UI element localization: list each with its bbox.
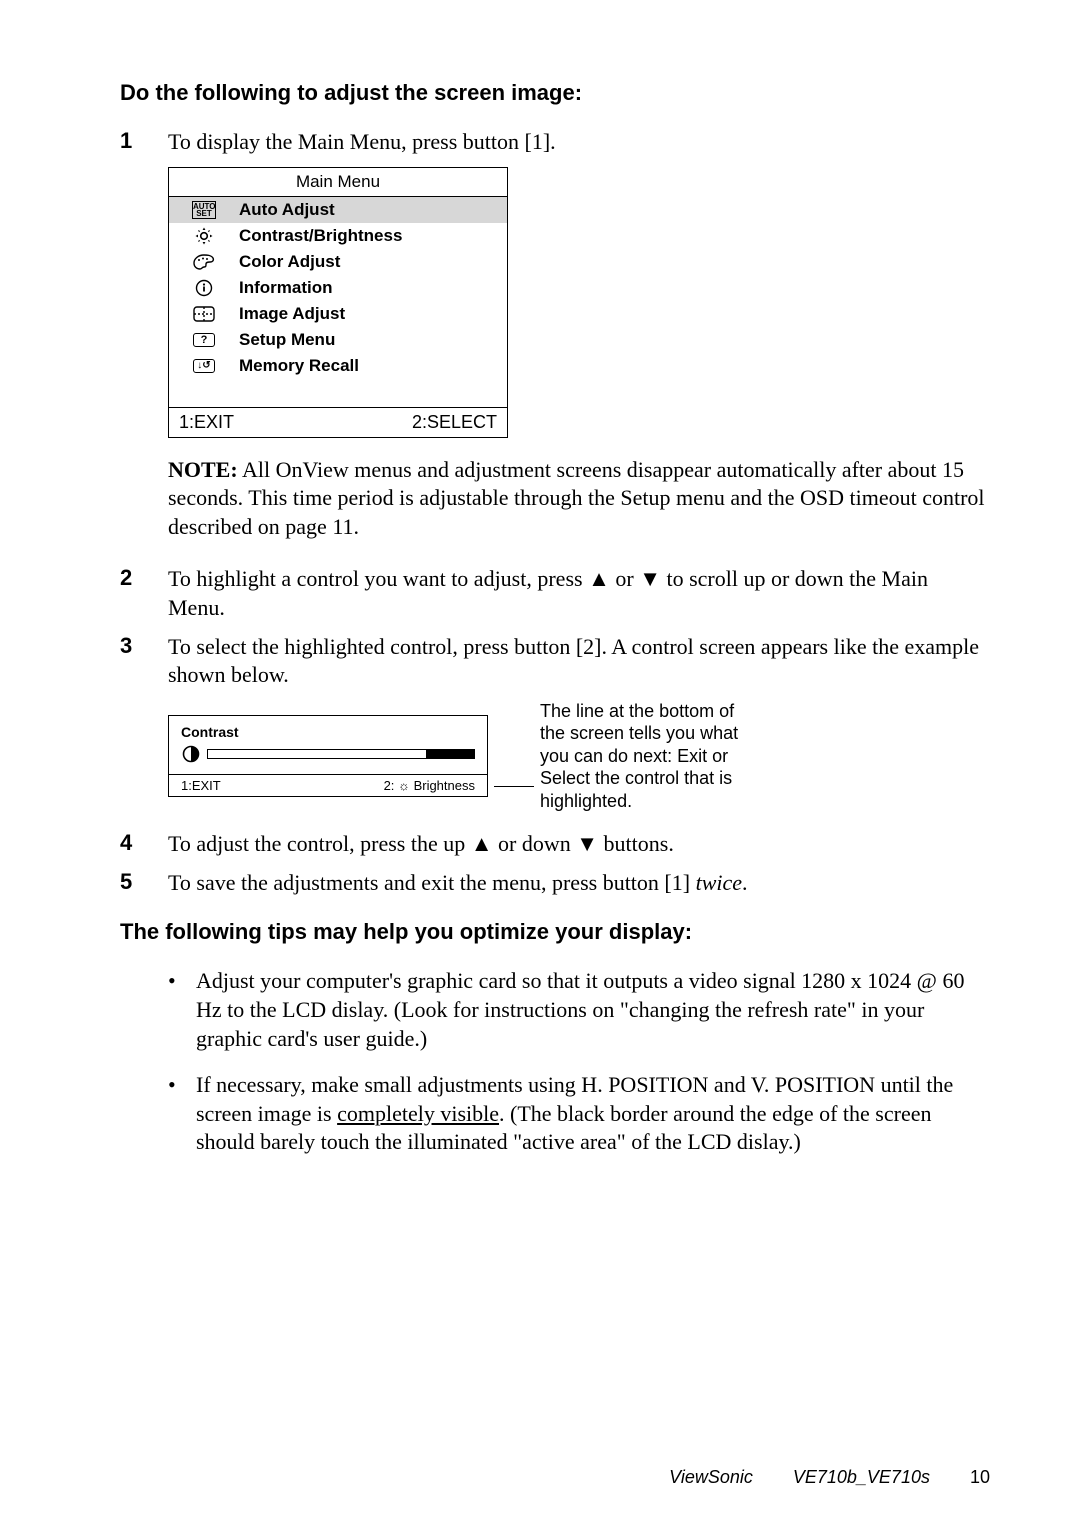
step-number: 2: [120, 565, 168, 622]
tip-2: • If necessary, make small adjustments u…: [168, 1071, 990, 1157]
up-arrow-icon: ▲: [471, 831, 493, 856]
osd-main-menu: Main Menu AUTO SET Auto Adjust Contrast/…: [168, 167, 508, 438]
step-number: 1: [120, 128, 168, 157]
step-4: 4 To adjust the control, press the up ▲ …: [120, 830, 990, 859]
step-2: 2 To highlight a control you want to adj…: [120, 565, 990, 622]
step-text: To save the adjustments and exit the men…: [168, 869, 990, 898]
footer-model: VE710b_VE710s: [793, 1467, 930, 1488]
down-arrow-icon: ▼: [576, 831, 598, 856]
osd-item-label: Image Adjust: [239, 304, 345, 324]
recall-icon: ↓↺: [193, 359, 215, 373]
osd-item-memory-recall: ↓↺ Memory Recall: [169, 353, 507, 379]
brightness-icon: [169, 226, 239, 246]
callout-leader: [494, 786, 534, 787]
osd-footer: 1:EXIT 2:SELECT: [169, 407, 507, 437]
autoset-l2: SET: [193, 210, 215, 217]
contrast-footer-right: 2: ☼ Brightness: [384, 778, 475, 793]
step-text: To display the Main Menu, press button […: [168, 128, 990, 157]
t: To adjust the control, press the up: [168, 831, 471, 856]
osd-item-contrast: Contrast/Brightness: [169, 223, 507, 249]
t: twice: [696, 870, 742, 895]
bullet-marker: •: [168, 967, 196, 1053]
heading-adjust: Do the following to adjust the screen im…: [120, 80, 990, 106]
step-number: 5: [120, 869, 168, 898]
contrast-footer: 1:EXIT 2: ☼ Brightness: [169, 775, 487, 796]
footer-brand: ViewSonic: [669, 1467, 753, 1488]
step-number: 4: [120, 830, 168, 859]
osd-item-label: Setup Menu: [239, 330, 335, 350]
tip-text: Adjust your computer's graphic card so t…: [196, 967, 990, 1053]
callout-text: The line at the bottom of the screen tel…: [540, 700, 760, 813]
tips-list: • Adjust your computer's graphic card so…: [168, 967, 990, 1157]
t: or: [610, 566, 639, 591]
palette-icon: [169, 254, 239, 270]
osd-item-label: Color Adjust: [239, 252, 340, 272]
osd-item-auto-adjust: AUTO SET Auto Adjust: [169, 197, 507, 223]
step-3: 3 To select the highlighted control, pre…: [120, 633, 990, 690]
step-text: To adjust the control, press the up ▲ or…: [168, 830, 990, 859]
down-arrow-icon: ▼: [639, 566, 661, 591]
heading-tips: The following tips may help you optimize…: [120, 919, 990, 945]
step-5: 5 To save the adjustments and exit the m…: [120, 869, 990, 898]
brightness-icon: ☼: [398, 778, 410, 793]
osd-footer-left: 1:EXIT: [179, 412, 234, 433]
tip-1: • Adjust your computer's graphic card so…: [168, 967, 990, 1053]
osd-title: Main Menu: [169, 168, 507, 197]
autoset-icon: AUTO SET: [169, 201, 239, 219]
bullet-marker: •: [168, 1071, 196, 1157]
note-label: NOTE:: [168, 457, 238, 482]
osd-item-setup: ? Setup Menu: [169, 327, 507, 353]
contrast-slider: [181, 744, 475, 764]
t: 2:: [384, 778, 398, 793]
setup-icon: ?: [169, 333, 239, 347]
t: To save the adjustments and exit the men…: [168, 870, 696, 895]
memory-recall-icon: ↓↺: [169, 359, 239, 373]
osd-item-label: Memory Recall: [239, 356, 359, 376]
osd-item-color: Color Adjust: [169, 249, 507, 275]
t: Brightness: [410, 778, 475, 793]
up-arrow-icon: ▲: [588, 566, 610, 591]
footer-page: 10: [970, 1467, 990, 1488]
tip-text: If necessary, make small adjustments usi…: [196, 1071, 990, 1157]
t: To highlight a control you want to adjus…: [168, 566, 588, 591]
osd-item-label: Contrast/Brightness: [239, 226, 402, 246]
t: buttons.: [598, 831, 674, 856]
question-icon: ?: [193, 333, 215, 347]
t: completely visible: [337, 1101, 499, 1126]
note-text: All OnView menus and adjustment screens …: [168, 457, 985, 539]
t: or down: [493, 831, 577, 856]
step-number: 3: [120, 633, 168, 690]
contrast-label: Contrast: [181, 724, 475, 740]
osd-item-label: Auto Adjust: [239, 200, 335, 220]
osd-item-image-adjust: Image Adjust: [169, 301, 507, 327]
t: .: [742, 870, 748, 895]
image-adjust-icon: [169, 306, 239, 322]
info-icon: [169, 279, 239, 297]
step-1: 1 To display the Main Menu, press button…: [120, 128, 990, 157]
step-text: To highlight a control you want to adjus…: [168, 565, 990, 622]
contrast-icon: [181, 744, 201, 764]
page-footer: ViewSonic VE710b_VE710s 10: [669, 1467, 990, 1488]
osd-footer-right: 2:SELECT: [412, 412, 497, 433]
contrast-box: Contrast 1:EXIT 2: ☼ Brightness: [168, 715, 488, 797]
osd-item-information: Information: [169, 275, 507, 301]
note: NOTE: All OnView menus and adjustment sc…: [168, 456, 990, 542]
contrast-footer-left: 1:EXIT: [181, 778, 221, 793]
osd-item-label: Information: [239, 278, 333, 298]
step-text: To select the highlighted control, press…: [168, 633, 990, 690]
contrast-figure: Contrast 1:EXIT 2: ☼ Brightness The line…: [168, 700, 990, 813]
osd-list: AUTO SET Auto Adjust Contrast/Brightness…: [169, 197, 507, 407]
